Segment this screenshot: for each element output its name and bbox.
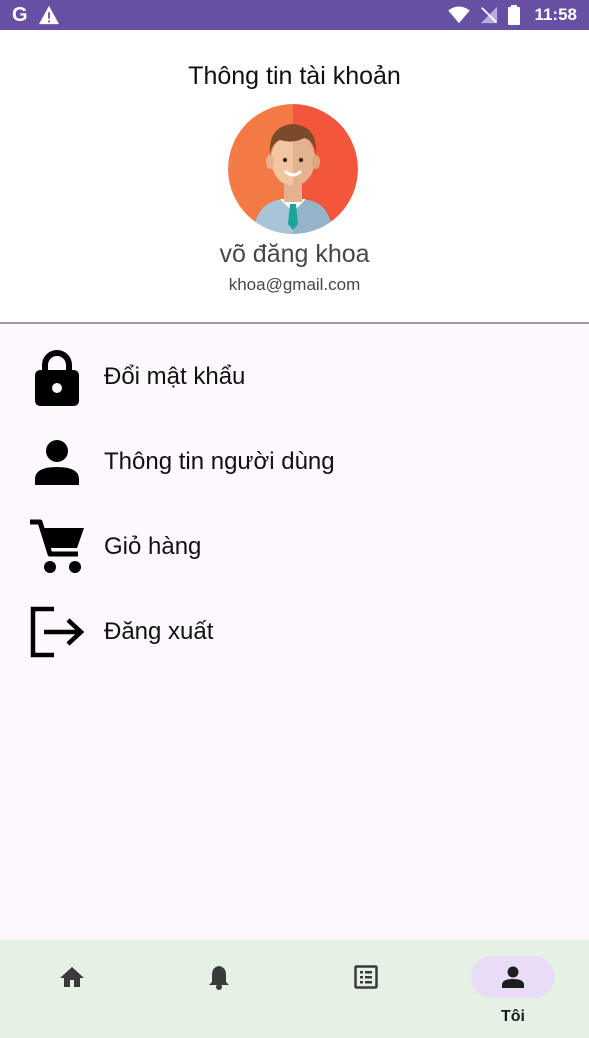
nav-item-home[interactable] — [12, 940, 132, 1038]
nav-label: Tôi — [501, 1008, 525, 1025]
page-title: Thông tin tài khoản — [188, 62, 401, 90]
wifi-icon — [448, 6, 471, 24]
user-email: khoa@gmail.com — [228, 275, 361, 294]
menu-item-user-info[interactable]: Thông tin người dùng — [0, 419, 589, 504]
menu-item-label: Giỏ hàng — [104, 532, 202, 560]
nav-item-notifications[interactable] — [159, 940, 279, 1038]
bell-icon — [209, 966, 229, 990]
divider — [0, 322, 589, 324]
nav-item-me[interactable]: Tôi — [453, 940, 573, 1038]
menu-item-label: Thông tin người dùng — [104, 447, 335, 475]
account-menu: Đổi mật khẩu Thông tin người dùng Giỏ hà… — [0, 334, 589, 674]
active-indicator — [471, 956, 555, 998]
account-header: Thông tin tài khoản võ đăng khoa khoa@gm… — [0, 30, 589, 322]
nav-item-orders[interactable] — [306, 940, 426, 1038]
menu-item-label: Đăng xuất — [104, 617, 214, 645]
menu-item-logout[interactable]: Đăng xuất — [0, 589, 589, 674]
logout-icon — [26, 601, 88, 663]
status-time: 11:58 — [534, 5, 577, 24]
status-right: 11:58 — [448, 5, 577, 25]
no-signal-icon — [481, 6, 498, 24]
menu-item-change-password[interactable]: Đổi mật khẩu — [0, 334, 589, 419]
person-icon — [26, 431, 88, 493]
person-icon — [502, 966, 524, 988]
warning-icon — [38, 5, 59, 25]
menu-item-label: Đổi mật khẩu — [104, 362, 246, 390]
status-bar: G 11:58 — [0, 0, 589, 30]
bottom-navigation: Tôi — [0, 940, 589, 1038]
battery-icon — [508, 5, 521, 25]
status-left: G — [12, 5, 60, 25]
home-icon — [60, 967, 84, 987]
google-icon: G — [12, 4, 28, 26]
list-icon — [354, 965, 378, 989]
menu-item-cart[interactable]: Giỏ hàng — [0, 504, 589, 589]
user-name: võ đăng khoa — [219, 240, 370, 268]
cart-icon — [26, 516, 88, 578]
avatar — [228, 104, 358, 234]
lock-icon — [26, 346, 88, 408]
